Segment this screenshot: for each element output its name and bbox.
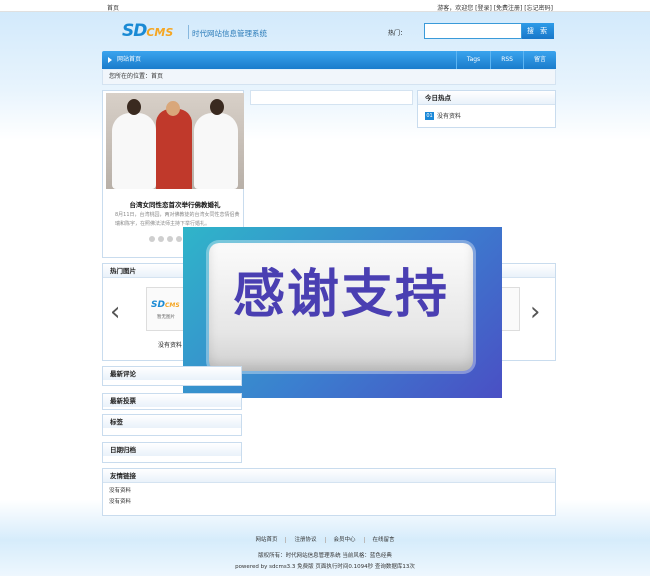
- photo-head-right: [210, 99, 224, 115]
- photo-monk: [156, 109, 192, 189]
- main-nav: 网站首页 Tags RSS 留言: [102, 51, 556, 69]
- thumb-logo-cms: CMS: [164, 302, 180, 309]
- footer-link-member[interactable]: 会员中心: [324, 537, 364, 543]
- thumb-logo: SDCMS: [151, 300, 180, 310]
- today-hot-title: 今日热点: [418, 91, 555, 105]
- search-input[interactable]: [424, 23, 522, 39]
- featured-photo[interactable]: [106, 93, 244, 189]
- logo-sd: SD: [122, 21, 147, 41]
- next-arrow-icon[interactable]: ›: [530, 299, 540, 325]
- footer-link-agreement[interactable]: 注册协议: [285, 537, 325, 543]
- list-item[interactable]: 01 没有资料: [418, 105, 555, 120]
- latest-comments-title: 最新评论: [103, 367, 241, 380]
- copyright: 版权所有：时代网站信息管理系统 当前风格：蓝色经典: [258, 553, 392, 559]
- list-item[interactable]: 没有资料: [103, 483, 555, 497]
- logo-cms: CMS: [146, 26, 174, 39]
- thumb-placeholder-text: 暂无图片: [157, 315, 175, 320]
- prev-arrow-icon[interactable]: ‹: [110, 299, 120, 325]
- date-archive-title: 日期归档: [103, 443, 241, 456]
- site-subtitle: 时代网站信息管理系统: [192, 29, 267, 38]
- thanks-text: 感谢支持: [232, 265, 449, 325]
- photo-monk-head: [166, 101, 180, 116]
- nav-home[interactable]: 网站首页: [108, 51, 141, 69]
- thumb-caption[interactable]: 没有资料: [158, 340, 182, 349]
- footer-link-home[interactable]: 网站首页: [247, 537, 285, 543]
- nav-tags[interactable]: Tags: [455, 51, 490, 69]
- nav-right-links: Tags RSS 留言: [455, 51, 556, 69]
- top-bar: 首页 游客，欢迎您 [登录] [免费注册] [忘记密码]: [0, 0, 650, 12]
- hot-item-text: 没有资料: [437, 113, 462, 120]
- top-home-link[interactable]: 首页: [107, 3, 119, 12]
- slide-dot[interactable]: [149, 236, 155, 242]
- thumb-image-right[interactable]: [500, 287, 520, 331]
- top-user-links[interactable]: 游客，欢迎您 [登录] [免费注册] [忘记密码]: [437, 3, 553, 12]
- photo-head-left: [127, 99, 141, 115]
- search-label: 热门：: [388, 30, 407, 37]
- photo-bride-left: [112, 113, 156, 189]
- slide-dot[interactable]: [176, 236, 182, 242]
- latest-votes-panel: 最新投票: [102, 393, 242, 410]
- date-archive-panel: 日期归档: [102, 442, 242, 463]
- nav-rss[interactable]: RSS: [490, 51, 523, 69]
- breadcrumb: 您所在的位置：首页: [102, 70, 556, 85]
- thumb-logo-sd: SD: [151, 300, 165, 310]
- latest-comments-panel: 最新评论: [102, 366, 242, 386]
- logo-divider: [188, 25, 189, 39]
- search-button[interactable]: 搜 索: [522, 23, 554, 39]
- tags-title: 标签: [103, 415, 241, 428]
- friend-links-title: 友情链接: [103, 469, 555, 483]
- tags-panel: 标签: [102, 414, 242, 436]
- nav-guestbook[interactable]: 留言: [522, 51, 556, 69]
- news-list-box: [250, 90, 413, 105]
- featured-title[interactable]: 台湾女同性恋首次举行佛教婚礼: [103, 199, 247, 209]
- latest-votes-title: 最新投票: [103, 394, 241, 407]
- list-item[interactable]: 没有资料: [103, 497, 555, 508]
- friend-links-panel: 友情链接 没有资料 没有资料: [102, 468, 556, 516]
- photo-bride-right: [194, 113, 238, 189]
- slide-dot[interactable]: [167, 236, 173, 242]
- slide-dot[interactable]: [158, 236, 164, 242]
- footer-link-guestbook[interactable]: 在线留言: [363, 537, 403, 543]
- thanks-card: 感谢支持: [209, 243, 473, 371]
- today-hot-panel: 今日热点 01 没有资料: [417, 90, 556, 128]
- powered-by: powered by sdcms3.3 免费版 页面执行时间0.1094秒 查询…: [235, 564, 415, 570]
- footer-links: 网站首页 注册协议 会员中心 在线留言: [0, 535, 650, 543]
- rank-badge: 01: [425, 111, 434, 120]
- site-logo[interactable]: SDCMS 时代网站信息管理系统: [122, 21, 267, 41]
